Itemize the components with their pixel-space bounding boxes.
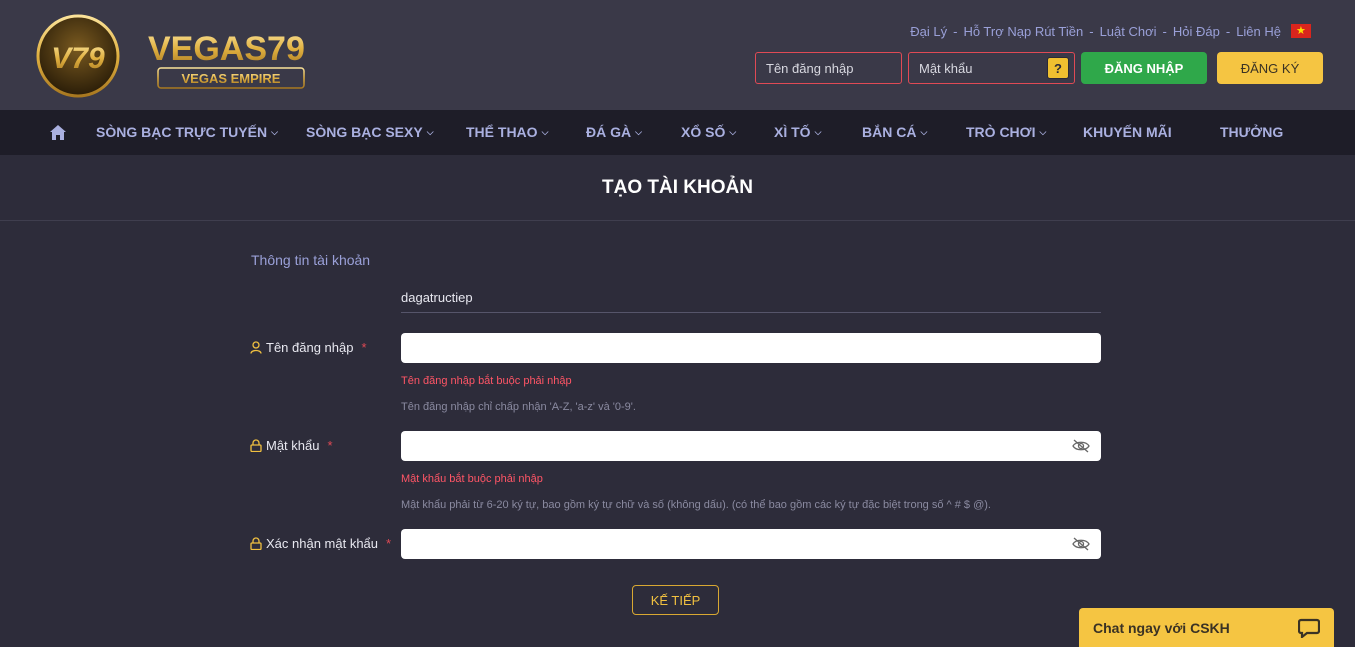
register-button[interactable]: ĐĂNG KÝ [1217,52,1323,84]
next-button[interactable]: KẾ TIẾP [632,585,719,615]
nav-item-fishing[interactable]: BẮN CÁ ⌵ [862,110,927,155]
logo-monogram: V79 [51,42,105,75]
forgot-password-help-button[interactable]: ? [1047,57,1069,79]
home-icon[interactable] [49,124,67,141]
lock-icon [250,439,262,452]
chevron-down-icon: ⌵ [814,127,822,137]
chevron-down-icon: ⌵ [271,127,278,137]
chevron-down-icon: ⌵ [541,127,549,137]
separator: - [1225,23,1231,39]
vietnam-flag-icon[interactable]: ★ [1291,24,1311,38]
chevron-down-icon: ⌵ [729,127,737,137]
eye-off-icon[interactable] [1072,537,1090,551]
site-header: V79 VEGAS79 VEGAS EMPIRE Đại Lý - Hỗ Trợ… [0,0,1355,110]
nav-item-poker[interactable]: XÌ TỐ ⌵ [774,110,821,155]
separator: - [1089,23,1094,39]
header-username-input[interactable] [755,52,902,84]
page-title: TẠO TÀI KHOẢN [0,155,1355,221]
chevron-down-icon: ⌵ [1039,127,1047,137]
chevron-down-icon: ⌵ [426,127,434,137]
chevron-down-icon: ⌵ [635,127,642,137]
logo-subtitle: VEGAS EMPIRE [182,71,281,86]
chevron-down-icon: ⌵ [920,127,928,137]
password-input[interactable] [401,431,1101,461]
password-label: Mật khẩu * [250,438,333,453]
link-rules[interactable]: Luật Chơi [1100,24,1157,39]
link-support[interactable]: Hỗ Trợ Nạp Rút Tiền [963,24,1083,39]
username-error: Tên đăng nhập bắt buộc phải nhập [401,375,572,387]
user-icon [250,341,262,354]
login-form: ? ĐĂNG NHẬP ĐĂNG KÝ [755,52,1323,84]
referral-code-field: dagatructiep [401,282,1101,313]
nav-item-games[interactable]: TRÒ CHƠI ⌵ [966,110,1046,155]
nav-item-lottery[interactable]: XỔ SỐ ⌵ [681,110,736,155]
confirm-password-input[interactable] [401,529,1101,559]
header-password-wrapper: ? [908,52,1075,84]
logo-wordmark: VEGAS79 [148,30,305,68]
nav-item-live-casino[interactable]: SÒNG BẠC TRỰC TUYẾN ⌵ [96,110,278,155]
nav-item-cockfight[interactable]: ĐÁ GÀ ⌵ [586,110,642,155]
username-input[interactable] [401,333,1101,363]
top-links: Đại Lý - Hỗ Trợ Nạp Rút Tiền - Luật Chơi… [910,22,1311,40]
brand-logo[interactable]: V79 VEGAS79 VEGAS EMPIRE [34,12,324,98]
separator: - [953,23,958,39]
chat-support-widget[interactable]: Chat ngay với CSKH [1079,608,1334,647]
link-contact[interactable]: Liên Hệ [1236,24,1281,39]
password-hint: Mật khẩu phải từ 6-20 ký tự, bao gồm ký … [401,499,991,511]
login-button[interactable]: ĐĂNG NHẬP [1081,52,1207,84]
separator: - [1162,23,1167,39]
chat-label: Chat ngay với CSKH [1093,619,1230,636]
eye-off-icon[interactable] [1072,439,1090,453]
chat-bubble-icon [1298,618,1320,638]
link-agent[interactable]: Đại Lý [910,24,947,39]
username-hint: Tên đăng nhập chỉ chấp nhận 'A-Z, 'a-z' … [401,401,636,413]
link-faq[interactable]: Hỏi Đáp [1173,24,1220,39]
nav-item-sports[interactable]: THỂ THAO ⌵ [466,110,548,155]
nav-item-sexy-casino[interactable]: SÒNG BẠC SEXY ⌵ [306,110,434,155]
nav-item-rewards[interactable]: THƯỞNG [1220,110,1283,155]
main-nav: SÒNG BẠC TRỰC TUYẾN ⌵ SÒNG BẠC SEXY ⌵ THỂ … [0,110,1355,155]
lock-icon [250,537,262,550]
password-error: Mật khẩu bắt buộc phải nhập [401,473,543,485]
username-label: Tên đăng nhập * [250,340,367,355]
confirm-password-label: Xác nhận mật khẩu * [250,536,391,551]
section-label: Thông tin tài khoản [251,252,371,268]
nav-item-promotions[interactable]: KHUYẾN MÃI [1083,110,1172,155]
